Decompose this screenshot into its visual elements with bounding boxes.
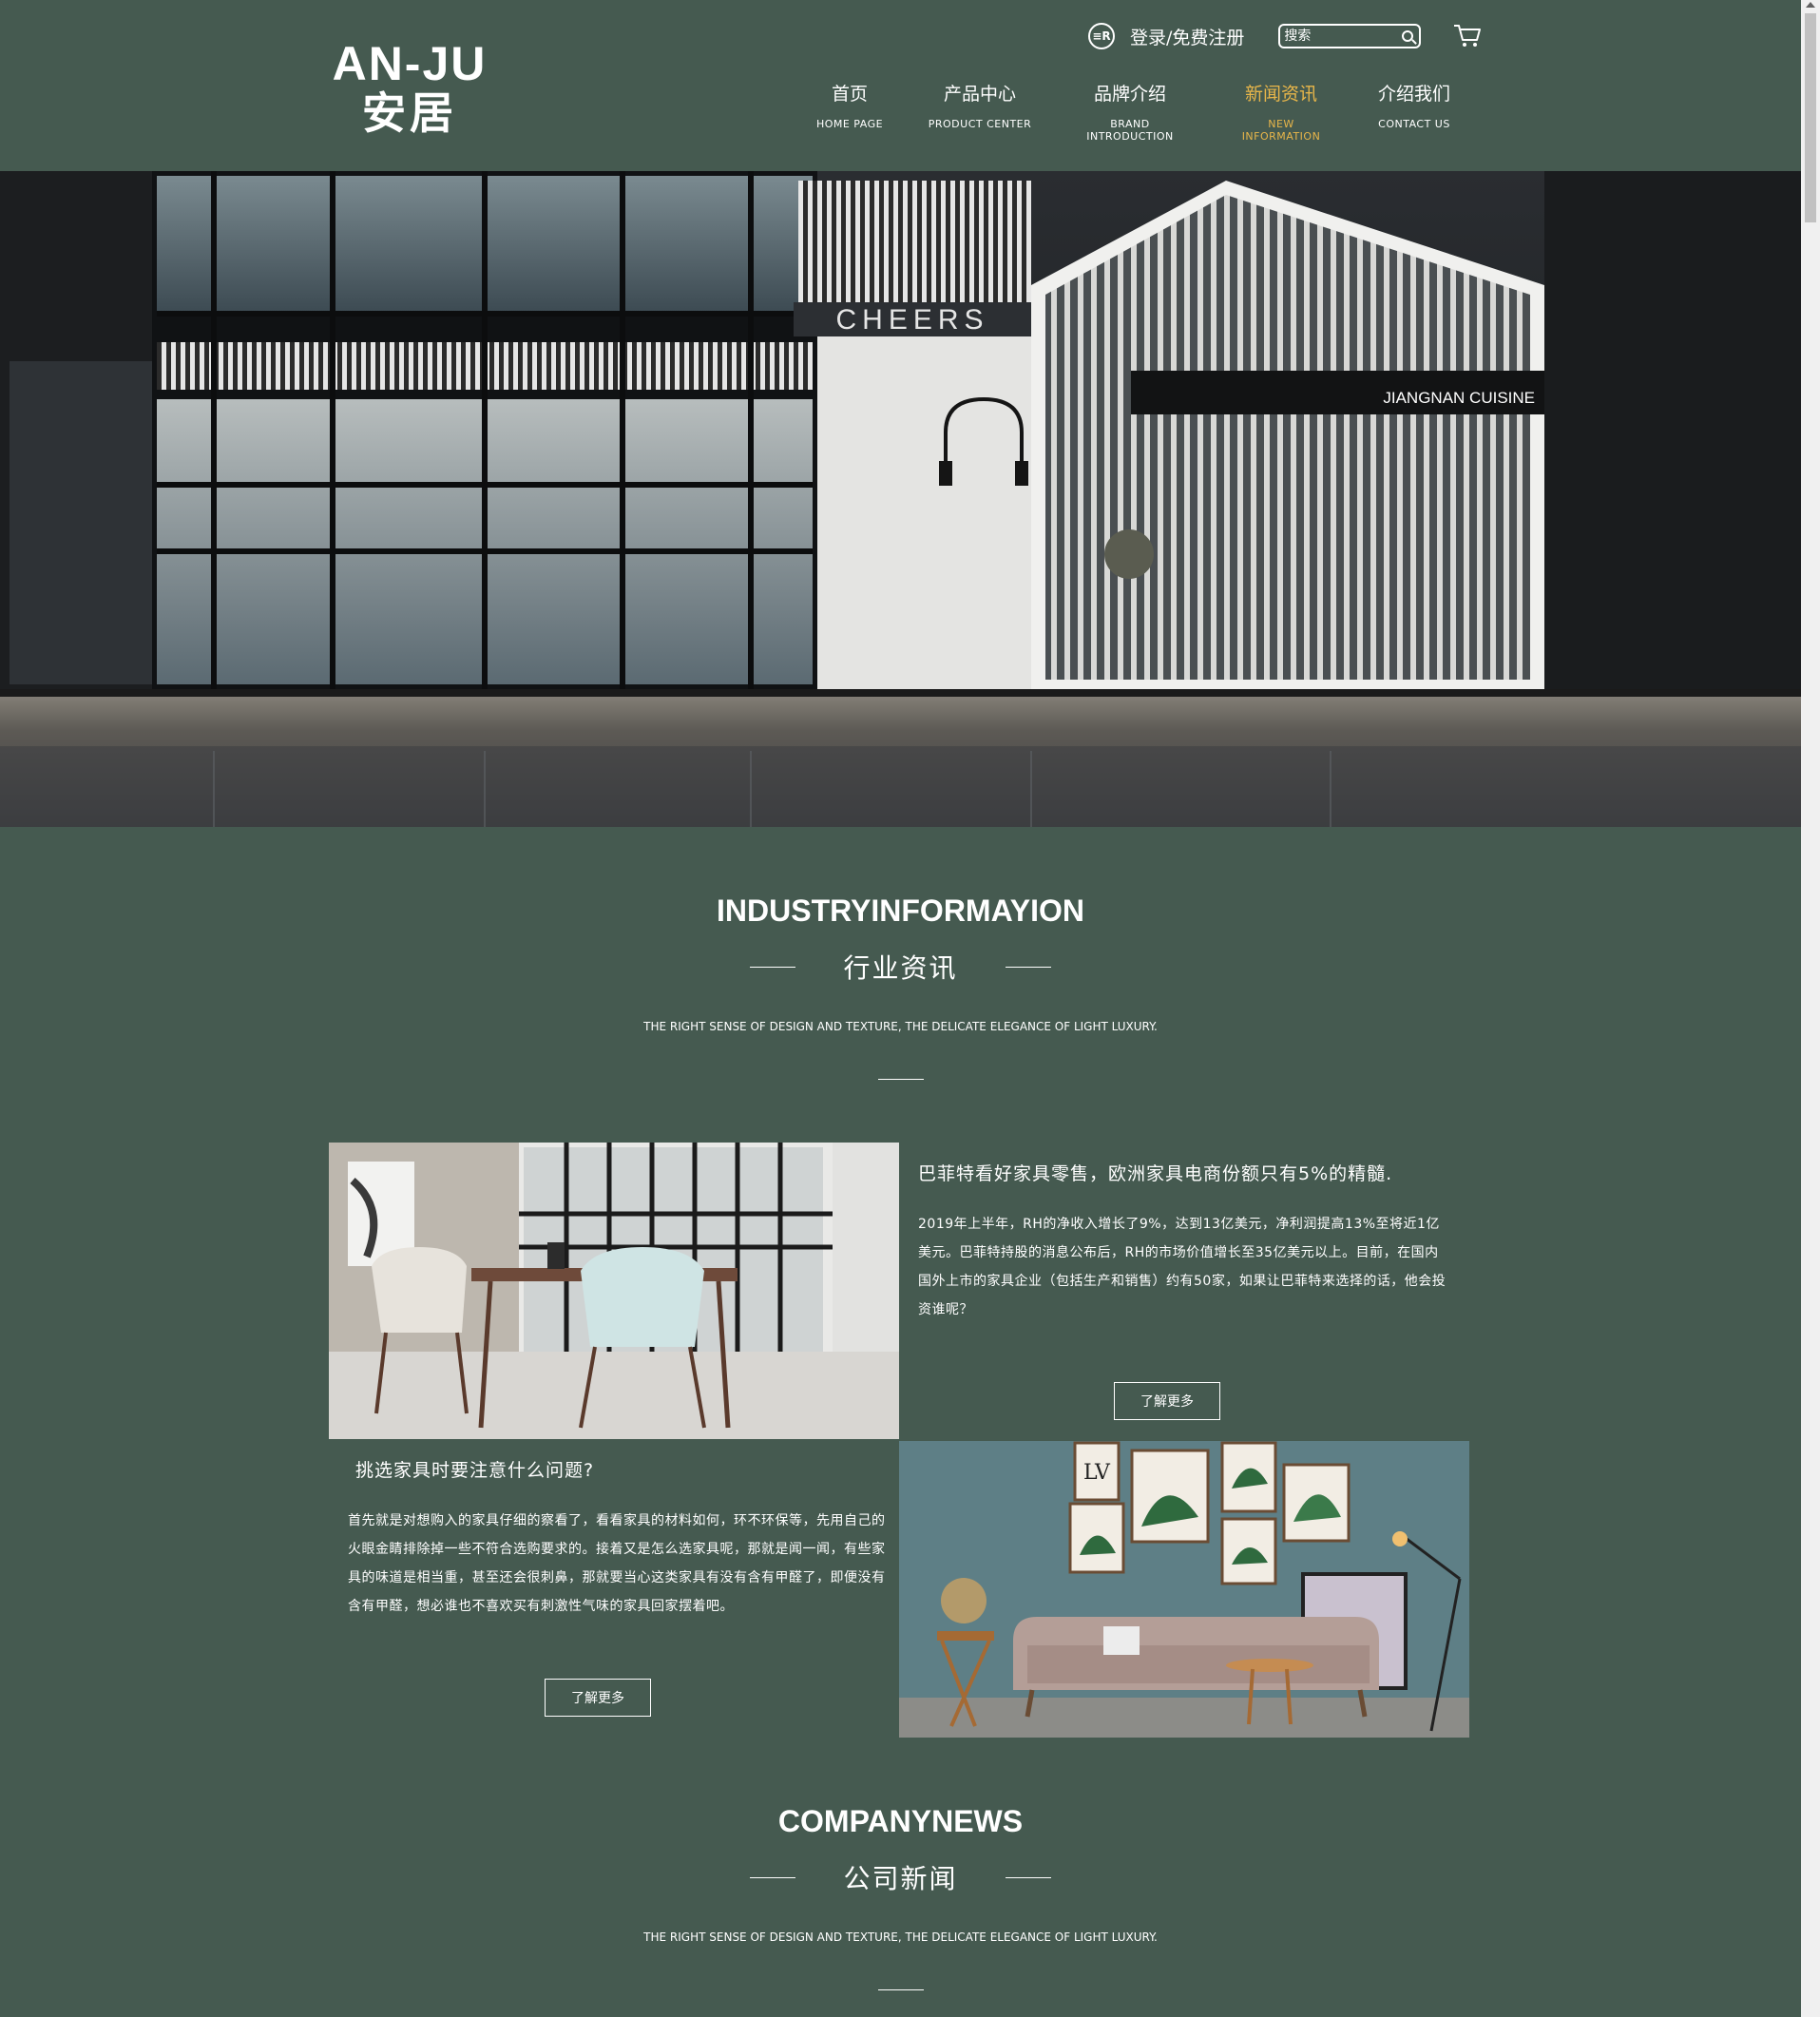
divider-line bbox=[750, 1876, 796, 1878]
hero-storefront-image: CHEERS JIANGNAN CUISINE bbox=[0, 171, 1801, 827]
nav-label-en: NEW INFORMATION bbox=[1241, 118, 1321, 143]
article1-title[interactable]: 巴菲特看好家具零售，欧洲家具电商份额只有5%的精髓. bbox=[918, 1160, 1450, 1185]
nav-label-cn: 介绍我们 bbox=[1377, 84, 1450, 105]
company-title-en: COMPANYNEWS bbox=[777, 1804, 1024, 1838]
industry-tagline: THE RIGHT SENSE OF DESIGN AND TEXTURE, T… bbox=[643, 1020, 1158, 1033]
hero-sign-cheers: CHEERS bbox=[835, 304, 988, 336]
divider-line bbox=[1005, 966, 1051, 968]
article1-text: 巴菲特看好家具零售，欧洲家具电商份额只有5%的精髓. 2019年上半年，RH的净… bbox=[918, 1160, 1450, 1324]
main-nav: 首页 HOME PAGE 产品中心 PRODUCT CENTER 品牌介绍 BR… bbox=[808, 82, 1494, 143]
dining-room-image bbox=[329, 1143, 899, 1439]
industry-title-row: 行业资讯 bbox=[0, 948, 1801, 986]
nav-item-news[interactable]: 新闻资讯 NEW INFORMATION bbox=[1228, 82, 1334, 143]
living-room-image: LV bbox=[899, 1441, 1469, 1738]
company-title-row: 公司新闻 bbox=[0, 1858, 1801, 1896]
search-icon[interactable] bbox=[1402, 30, 1414, 42]
nav-label-cn: 品牌介绍 bbox=[1093, 84, 1166, 105]
divider-line bbox=[750, 966, 796, 968]
login-register-link[interactable]: 登录/免费注册 bbox=[1130, 24, 1244, 49]
hero-banner: CHEERS JIANGNAN CUISINE bbox=[0, 171, 1801, 827]
nav-item-brand-introduction[interactable]: 品牌介绍 BRAND INTRODUCTION bbox=[1068, 82, 1192, 143]
industry-title-cn: 行业资讯 bbox=[843, 952, 958, 984]
article2-learn-more-button[interactable]: 了解更多 bbox=[545, 1679, 651, 1717]
logo[interactable]: AN-JU 安居 bbox=[329, 40, 490, 139]
nav-label-en: BRAND INTRODUCTION bbox=[1086, 118, 1174, 143]
article1-image[interactable] bbox=[329, 1143, 899, 1439]
company-title-cn: 公司新闻 bbox=[843, 1863, 958, 1894]
nav-item-home[interactable]: 首页 HOME PAGE bbox=[808, 82, 891, 143]
nav-label-cn: 新闻资讯 bbox=[1244, 84, 1317, 105]
divider-line bbox=[1005, 1876, 1051, 1878]
search-input[interactable] bbox=[1280, 26, 1393, 47]
logo-en: AN-JU bbox=[332, 37, 488, 90]
page-scrollbar[interactable] bbox=[1801, 0, 1820, 2017]
section-divider bbox=[877, 1079, 924, 1080]
nav-label-en: HOME PAGE bbox=[815, 118, 884, 130]
nav-label-en: PRODUCT CENTER bbox=[928, 118, 1032, 130]
site-header: AN-JU 安居 ≡R 登录/免费注册 首页 HOME PAGE 产品中心 PR… bbox=[0, 0, 1801, 171]
company-section-header: COMPANYNEWS 公司新闻 THE RIGHT SENSE OF DESI… bbox=[0, 1804, 1801, 1990]
frame-lv-text: LV bbox=[1083, 1461, 1111, 1485]
nav-label-cn: 产品中心 bbox=[943, 84, 1016, 105]
hero-sign-jiangnan: JIANGNAN CUISINE bbox=[1383, 389, 1535, 407]
shopping-cart-icon[interactable] bbox=[1453, 23, 1482, 49]
scrollbar-thumb[interactable] bbox=[1805, 13, 1816, 222]
article2-image[interactable]: LV bbox=[899, 1441, 1469, 1738]
article1-learn-more-button[interactable]: 了解更多 bbox=[1114, 1382, 1220, 1420]
company-tagline: THE RIGHT SENSE OF DESIGN AND TEXTURE, T… bbox=[643, 1931, 1158, 1944]
article1-body: 2019年上半年，RH的净收入增长了9%，达到13亿美元，净利润提高13%至将近… bbox=[918, 1217, 1446, 1317]
nav-item-contact[interactable]: 介绍我们 CONTACT US bbox=[1370, 82, 1458, 143]
logo-cn: 安居 bbox=[362, 87, 457, 139]
article2-text: 挑选家具时要注意什么问题? 首先就是对想购入的家具仔细的察看了，看看家具的材料如… bbox=[348, 1456, 890, 1621]
industry-section-header: INDUSTRYINFORMAYION 行业资讯 THE RIGHT SENSE… bbox=[0, 893, 1801, 1080]
industry-title-en: INDUSTRYINFORMAYION bbox=[717, 893, 1084, 928]
article2-body: 首先就是对想购入的家具仔细的察看了，看看家具的材料如何，环不环保等，先用自己的火… bbox=[348, 1513, 886, 1614]
search-box bbox=[1278, 24, 1422, 48]
article2-title[interactable]: 挑选家具时要注意什么问题? bbox=[355, 1456, 890, 1482]
nav-item-product-center[interactable]: 产品中心 PRODUCT CENTER bbox=[928, 82, 1032, 143]
scroll-up-arrow-icon[interactable] bbox=[1806, 2, 1815, 8]
user-login-icon[interactable]: ≡R bbox=[1088, 23, 1115, 49]
nav-label-cn: 首页 bbox=[831, 84, 868, 105]
login-icon-glyph: ≡R bbox=[1092, 29, 1111, 43]
utility-bar: ≡R 登录/免费注册 bbox=[1088, 21, 1482, 51]
nav-label-en: CONTACT US bbox=[1378, 118, 1450, 130]
section-divider bbox=[877, 1989, 924, 1990]
